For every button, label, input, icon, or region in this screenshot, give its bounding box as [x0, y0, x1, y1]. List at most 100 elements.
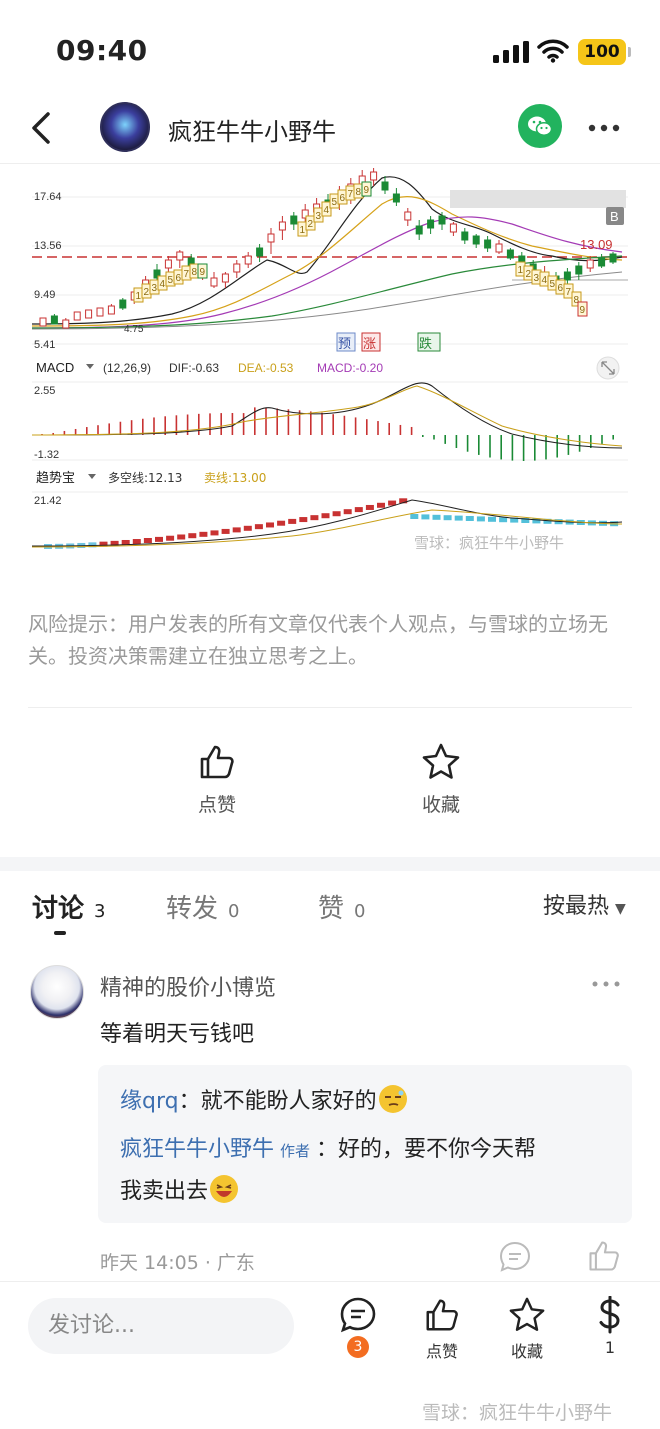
- candle-body: [598, 257, 606, 267]
- trend-block: [243, 525, 252, 531]
- macd-dea: DEA:-0.53: [238, 361, 294, 375]
- candlestick-chart: 1 2 3 4 5 6 7 8 912345 6 7 8 91 2 3 4 5 6 789 17.64 13.56 …: [32, 164, 628, 560]
- trend-block: [155, 536, 163, 542]
- reply-user[interactable]: 疯狂牛牛小野牛: [120, 1137, 274, 1162]
- macd-label[interactable]: MACD: [36, 360, 74, 375]
- candle-body: [164, 259, 172, 269]
- discuss-button[interactable]: 3: [318, 1296, 398, 1358]
- candle-body: [210, 277, 218, 287]
- sort-dropdown[interactable]: 按最热 ▼: [543, 888, 626, 920]
- commenter-avatar[interactable]: [30, 965, 84, 1019]
- comment-icon: [340, 1297, 376, 1333]
- thumbs-up-icon[interactable]: [586, 1238, 622, 1274]
- td-count-text: 6: [340, 193, 346, 204]
- signal-icon: [493, 41, 529, 63]
- candle-body: [575, 265, 583, 275]
- thumbs-up-icon: [426, 1299, 458, 1331]
- candle-body: [85, 309, 93, 319]
- tab-label: 讨论: [32, 894, 85, 924]
- bottom-favorite-label: 收藏: [510, 1342, 543, 1361]
- td-count-text: 3: [316, 211, 322, 222]
- stock-chart-image[interactable]: 123456789123456789123456789 17.64 13.56 …: [32, 164, 628, 560]
- reward-count: 1: [604, 1338, 616, 1357]
- reward-button[interactable]: 1: [570, 1296, 650, 1357]
- td-count-text: 5: [550, 279, 556, 290]
- b-marker: B: [610, 209, 619, 224]
- td-count-text: 2: [144, 287, 150, 298]
- reply-item: 缘qrq：就不能盼人家好的: [120, 1081, 407, 1123]
- candle-body: [96, 307, 104, 317]
- trend-block: [454, 515, 463, 521]
- more-icon[interactable]: [586, 110, 622, 146]
- candle-body: [506, 249, 514, 259]
- trend-block: [277, 520, 286, 526]
- commenter-name[interactable]: 精神的股价小博览: [100, 970, 276, 1002]
- comment-text: 等着明天亏钱吧: [100, 1022, 255, 1047]
- macd-value: MACD:-0.20: [317, 361, 383, 375]
- tab-repost[interactable]: 转发 0: [166, 888, 239, 925]
- td-count-text: 2: [526, 269, 532, 280]
- bottom-like-button[interactable]: 点赞: [402, 1296, 482, 1362]
- trend-long-line: 多空线:12.13: [108, 471, 182, 485]
- reply-thread[interactable]: 缘qrq：就不能盼人家好的 疯狂牛牛小野牛 作者 ：好的，要不你今天帮 我卖出去: [98, 1065, 632, 1223]
- candle-body: [449, 223, 457, 233]
- trend-block: [432, 514, 441, 520]
- td-count-text: 1: [518, 265, 524, 276]
- star-icon: [509, 1297, 545, 1331]
- trend-block: [232, 527, 241, 533]
- author-name[interactable]: 疯狂牛牛小野牛: [168, 112, 336, 147]
- compose-input[interactable]: 发讨论...: [28, 1298, 294, 1354]
- star-icon: [422, 743, 460, 779]
- tab-count: 0: [228, 901, 240, 922]
- candle-body: [39, 317, 47, 327]
- favorite-button[interactable]: 收藏: [396, 742, 486, 817]
- td-count-text: 3: [534, 273, 540, 284]
- tab-indicator: [54, 931, 66, 935]
- sort-label: 按最热: [543, 894, 610, 919]
- more-icon[interactable]: [590, 972, 622, 996]
- candle-body: [221, 273, 229, 283]
- candle-body: [484, 239, 492, 249]
- signal-up: 涨: [363, 337, 376, 352]
- trend-block: [465, 516, 474, 521]
- td-count-text: 9: [200, 267, 206, 278]
- wechat-share-button[interactable]: [518, 104, 562, 148]
- candle-body: [233, 263, 241, 273]
- smirk-emoji-icon: [378, 1085, 407, 1113]
- td-count-text: 1: [136, 291, 142, 302]
- bottom-favorite-button[interactable]: 收藏: [487, 1296, 567, 1362]
- reply-user[interactable]: 缘qrq: [120, 1089, 179, 1114]
- chart-watermark: 雪球：疯狂牛牛小野牛: [414, 534, 564, 552]
- trend-label[interactable]: 趋势宝: [36, 470, 75, 486]
- trend-block: [365, 504, 374, 510]
- wechat-icon: [528, 116, 553, 136]
- reply-text: 就不能盼人家好的: [200, 1089, 377, 1114]
- td-count-text: 7: [184, 269, 190, 280]
- tab-count: 3: [94, 901, 106, 922]
- candle-body: [563, 271, 571, 281]
- tab-discussion[interactable]: 讨论 3: [32, 888, 105, 925]
- back-icon[interactable]: [26, 110, 56, 146]
- like-button[interactable]: 点赞: [172, 742, 262, 817]
- trend-block: [221, 528, 230, 534]
- reply-text-continued: 我卖出去: [120, 1179, 209, 1204]
- trend-block: [321, 513, 330, 519]
- author-avatar[interactable]: [100, 102, 150, 152]
- signal-down: 跌: [419, 336, 432, 352]
- trend-block: [332, 511, 341, 517]
- trend-block: [488, 516, 496, 522]
- trend-block: [443, 515, 452, 521]
- price-tick-4: 5.41: [34, 339, 55, 351]
- td-count-text: 4: [324, 205, 330, 216]
- tab-likes[interactable]: 赞0: [318, 888, 365, 925]
- reply-icon[interactable]: [498, 1240, 532, 1274]
- trend-block: [254, 524, 263, 530]
- candle-body: [62, 319, 70, 329]
- candle-body: [244, 255, 252, 265]
- candle-body: [256, 247, 264, 257]
- like-label: 点赞: [197, 794, 236, 816]
- trend-block: [310, 515, 319, 521]
- candle-body: [73, 311, 81, 321]
- candle-body: [290, 215, 298, 225]
- signal-pre: 预: [338, 337, 351, 352]
